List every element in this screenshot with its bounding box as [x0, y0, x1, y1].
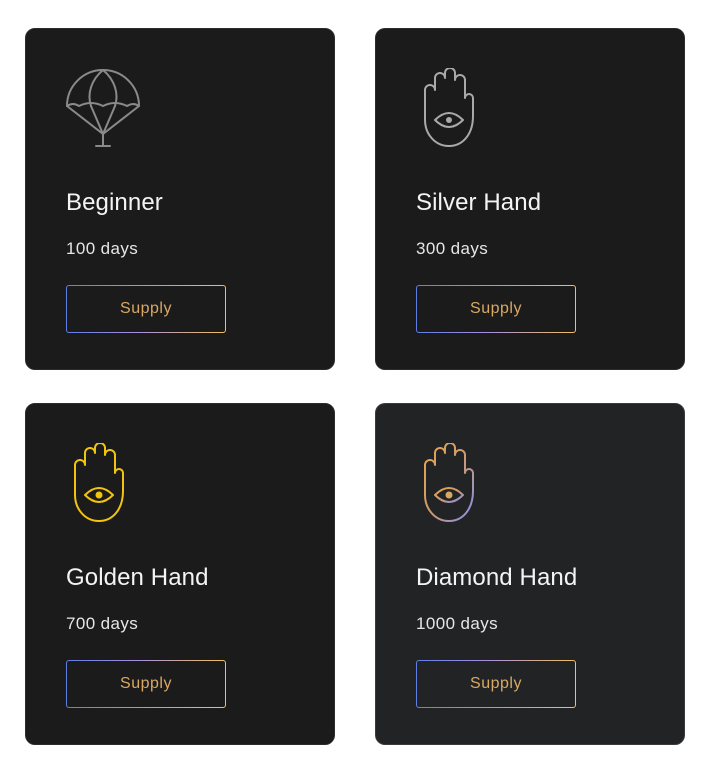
tier-duration: 1000 days: [416, 614, 499, 633]
parachute-icon: [65, 68, 141, 148]
tier-duration: 300 days: [416, 239, 489, 258]
tier-card-silver-hand: Silver Hand 300 days Supply: [375, 28, 685, 370]
tier-card-golden-hand: Golden Hand 700 days Supply: [25, 403, 335, 745]
tier-duration: 700 days: [66, 614, 139, 633]
tier-title: Diamond Hand: [416, 564, 578, 591]
tier-title: Golden Hand: [66, 564, 209, 591]
tier-title: Silver Hand: [416, 189, 542, 216]
hamsa-hand-icon: [415, 443, 491, 523]
tier-card-beginner: Beginner 100 days Supply: [25, 28, 335, 370]
supply-button[interactable]: Supply: [416, 660, 576, 708]
tier-card-diamond-hand: Diamond Hand 1000 days Supply: [375, 403, 685, 745]
supply-button[interactable]: Supply: [66, 285, 226, 333]
tier-duration: 100 days: [66, 239, 139, 258]
supply-button[interactable]: Supply: [66, 660, 226, 708]
supply-button[interactable]: Supply: [416, 285, 576, 333]
hamsa-hand-icon: [65, 443, 141, 523]
tier-title: Beginner: [66, 189, 163, 216]
hamsa-hand-icon: [415, 68, 491, 148]
